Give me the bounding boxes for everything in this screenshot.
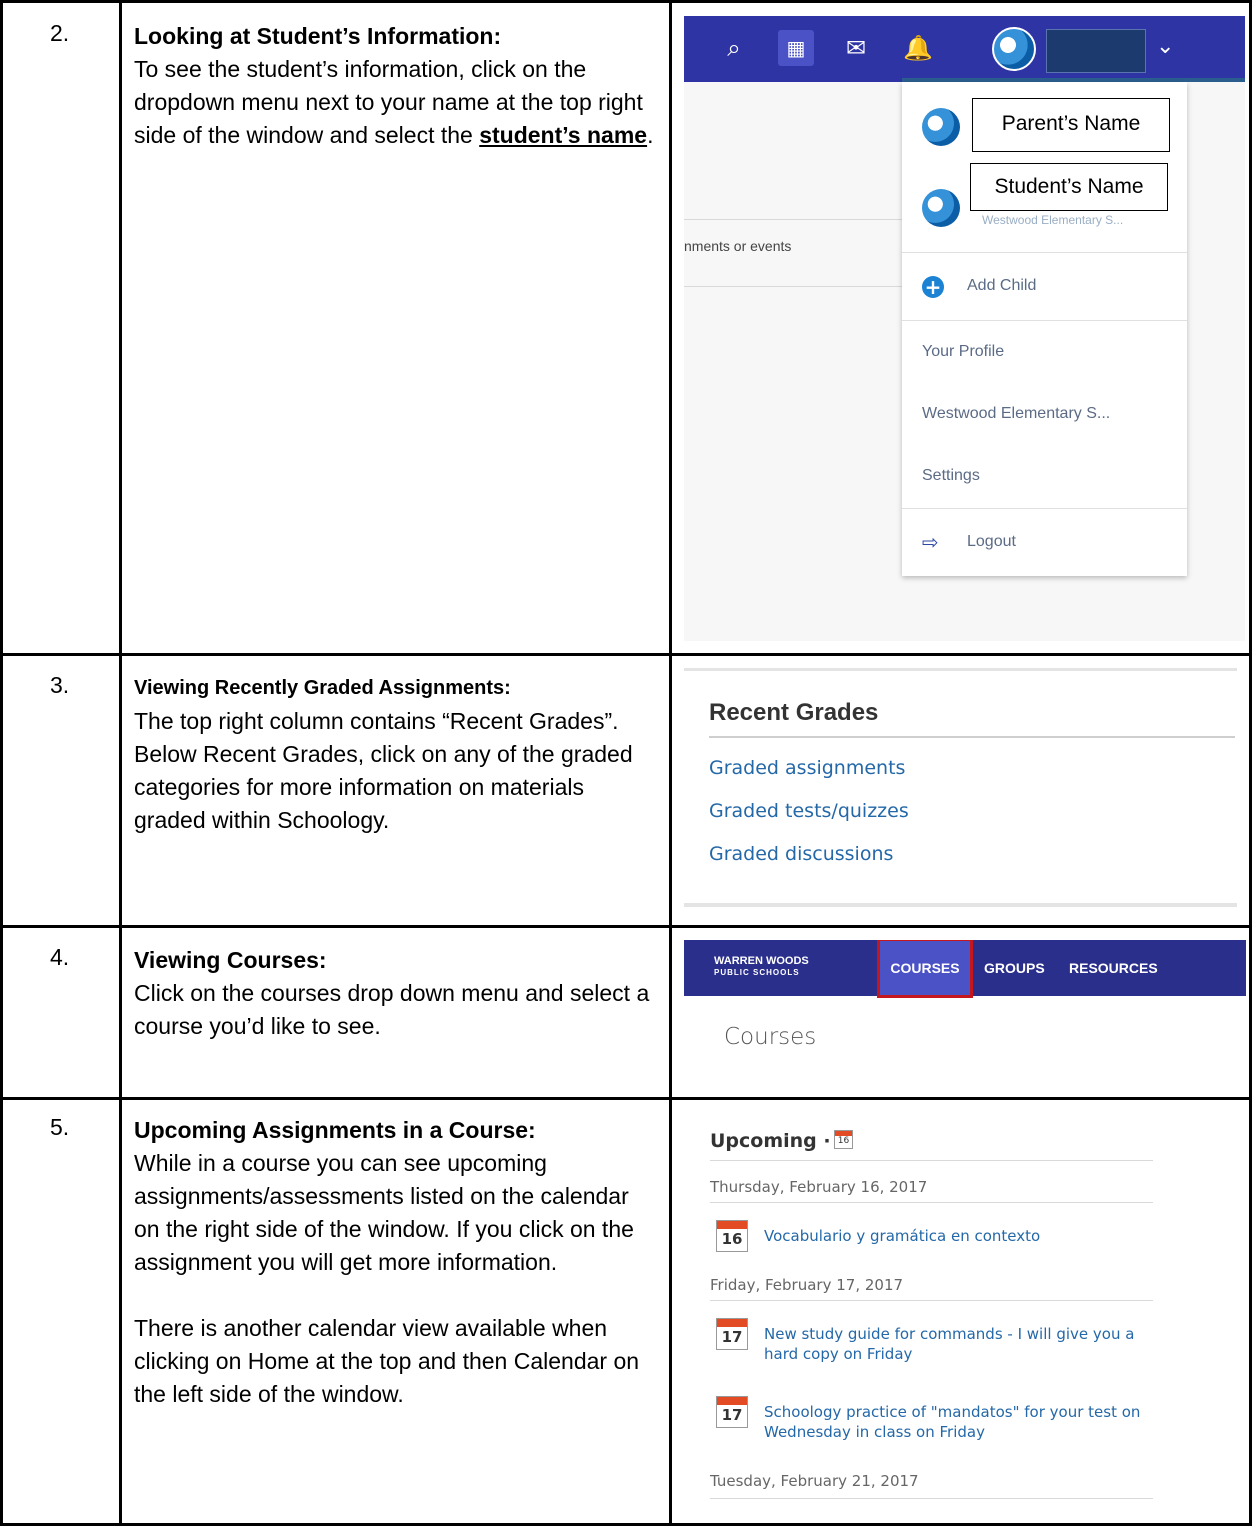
student-name-callout[interactable]: Student’s Name bbox=[970, 163, 1168, 211]
upcoming-date: Friday, February 17, 2017 bbox=[710, 1276, 904, 1294]
divider bbox=[684, 903, 1237, 907]
calendar-icon: 17 bbox=[716, 1318, 748, 1350]
avatar[interactable] bbox=[992, 27, 1036, 71]
student-school-text: Westwood Elementary S... bbox=[982, 213, 1124, 227]
profile-dropdown-menu: Parent’s Name Student’s Name Westwood El… bbox=[902, 82, 1187, 576]
step-body-end: . bbox=[647, 122, 654, 148]
divider bbox=[684, 219, 902, 220]
step-number: 4. bbox=[50, 944, 70, 970]
divider bbox=[684, 286, 902, 287]
mail-icon[interactable]: ✉ bbox=[838, 30, 874, 66]
upcoming-item-link[interactable]: Vocabulario y gramática en contexto bbox=[764, 1226, 1164, 1246]
menu-divider bbox=[902, 320, 1187, 321]
step-body: Click on the courses drop down menu and … bbox=[134, 980, 650, 1039]
chevron-down-icon[interactable]: ⌄ bbox=[1156, 34, 1174, 59]
divider bbox=[710, 1202, 1153, 1203]
your-profile-item[interactable]: Your Profile bbox=[922, 343, 1004, 361]
graded-assignments-link[interactable]: Graded assignments bbox=[709, 757, 905, 779]
column-divider-1 bbox=[119, 0, 122, 1526]
row-divider-1 bbox=[0, 653, 1252, 656]
logo-text: WARREN WOODS bbox=[714, 955, 809, 967]
divider bbox=[710, 1300, 1153, 1301]
courses-page-title: Courses bbox=[724, 1024, 817, 1050]
step-heading: Viewing Recently Graded Assignments: bbox=[134, 677, 511, 699]
step-body-emphasis: student’s name bbox=[479, 122, 648, 148]
add-child-item[interactable]: Add Child bbox=[967, 277, 1036, 295]
upcoming-title: Upcoming · bbox=[710, 1130, 831, 1152]
step-body: The top right column contains “Recent Gr… bbox=[134, 708, 633, 833]
step-description: Viewing Recently Graded Assignments: The… bbox=[134, 672, 659, 837]
calendar-icon[interactable]: ▦ bbox=[778, 30, 814, 66]
screenshot-courses-nav: WARREN WOODS PUBLIC SCHOOLS GROUPS RESOU… bbox=[684, 940, 1246, 1083]
graded-discussions-link[interactable]: Graded discussions bbox=[709, 843, 893, 865]
school-item[interactable]: Westwood Elementary S... bbox=[922, 405, 1110, 423]
graded-tests-link[interactable]: Graded tests/quizzes bbox=[709, 800, 909, 822]
table-border-top bbox=[0, 0, 1252, 3]
divider bbox=[710, 1160, 1153, 1161]
step-number: 2. bbox=[50, 20, 70, 46]
screenshot-recent-grades: Recent Grades Graded assignments Graded … bbox=[684, 668, 1237, 910]
add-icon: + bbox=[922, 276, 944, 298]
parent-name-callout[interactable]: Parent’s Name bbox=[972, 98, 1170, 152]
logout-item[interactable]: Logout bbox=[967, 533, 1016, 551]
bell-icon[interactable]: 🔔 bbox=[900, 30, 936, 66]
step-number: 5. bbox=[50, 1114, 70, 1140]
student-avatar[interactable] bbox=[922, 189, 960, 227]
step-heading: Viewing Courses: bbox=[134, 947, 327, 973]
nav-courses-highlighted[interactable]: COURSES bbox=[877, 940, 973, 998]
background-text: nments or events bbox=[684, 238, 792, 254]
nav-resources[interactable]: RESOURCES bbox=[1069, 960, 1158, 976]
calendar-icon: 16 bbox=[716, 1220, 748, 1252]
divider bbox=[709, 736, 1235, 738]
calendar-day: 16 bbox=[721, 1230, 743, 1248]
calendar-icon: 17 bbox=[716, 1396, 748, 1428]
step-heading: Looking at Student’s Information: bbox=[134, 23, 502, 49]
step-body: While in a course you can see upcoming a… bbox=[134, 1150, 634, 1275]
menu-divider bbox=[902, 508, 1187, 509]
settings-item[interactable]: Settings bbox=[922, 467, 980, 485]
calendar-day: 17 bbox=[721, 1406, 743, 1424]
logo-subtext: PUBLIC SCHOOLS bbox=[714, 968, 800, 977]
step-description: Looking at Student’s Information: To see… bbox=[134, 20, 659, 152]
step-heading: Upcoming Assignments in a Course: bbox=[134, 1117, 536, 1143]
row-divider-3 bbox=[0, 1097, 1252, 1100]
user-name-redacted[interactable] bbox=[1046, 29, 1146, 73]
upcoming-date: Thursday, February 16, 2017 bbox=[710, 1178, 928, 1196]
divider bbox=[710, 1498, 1153, 1499]
step-number: 3. bbox=[50, 672, 70, 698]
calendar-day: 17 bbox=[721, 1328, 743, 1346]
step-description: Upcoming Assignments in a Course: While … bbox=[134, 1114, 659, 1411]
nav-groups[interactable]: GROUPS bbox=[984, 960, 1045, 976]
column-divider-2 bbox=[669, 0, 672, 1526]
search-icon[interactable]: ⌕ bbox=[716, 30, 752, 66]
upcoming-item-link[interactable]: New study guide for commands - I will gi… bbox=[764, 1324, 1164, 1364]
step-body-2: There is another calendar view available… bbox=[134, 1315, 640, 1407]
step-body: To see the student’s information, click … bbox=[134, 53, 659, 152]
top-nav-bar: ⌕ ▦ ✉ 🔔 ⌄ bbox=[684, 16, 1245, 82]
menu-divider bbox=[902, 252, 1187, 253]
step-description: Viewing Courses: Click on the courses dr… bbox=[134, 944, 659, 1043]
screenshot-profile-dropdown: ⌕ ▦ ✉ 🔔 ⌄ nments or events Parent’s Name… bbox=[684, 16, 1245, 641]
logout-icon: ⇨ bbox=[922, 530, 939, 554]
screenshot-upcoming: Upcoming · 16 Thursday, February 16, 201… bbox=[684, 1110, 1246, 1518]
row-divider-2 bbox=[0, 925, 1252, 928]
upcoming-date: Tuesday, February 21, 2017 bbox=[710, 1472, 919, 1490]
upcoming-item-link[interactable]: Schoology practice of "mandatos" for you… bbox=[764, 1402, 1164, 1442]
table-border-left bbox=[0, 0, 3, 1526]
calendar-day: 16 bbox=[837, 1136, 850, 1146]
recent-grades-title: Recent Grades bbox=[709, 699, 879, 726]
parent-avatar[interactable] bbox=[922, 108, 960, 146]
divider bbox=[684, 668, 1237, 671]
school-logo: WARREN WOODS PUBLIC SCHOOLS bbox=[714, 956, 809, 978]
calendar-icon[interactable]: 16 bbox=[834, 1130, 853, 1149]
